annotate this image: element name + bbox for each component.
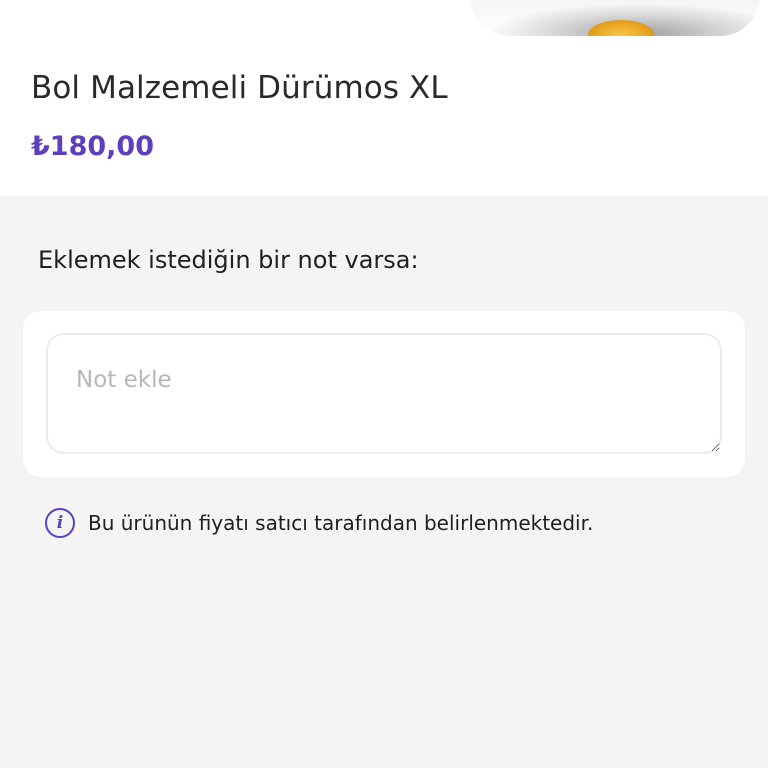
- note-card: [23, 311, 745, 477]
- product-image: [470, 0, 760, 36]
- info-row: i Bu ürünün fiyatı satıcı tarafından bel…: [45, 508, 593, 538]
- product-title: Bol Malzemeli Dürümos XL: [31, 70, 448, 106]
- product-card: Bol Malzemeli Dürümos XL ₺180,00: [0, 0, 768, 196]
- note-label: Eklemek istediğin bir not varsa:: [38, 246, 419, 274]
- info-text: Bu ürünün fiyatı satıcı tarafından belir…: [88, 511, 594, 535]
- product-price: ₺180,00: [31, 131, 154, 162]
- note-input[interactable]: [46, 333, 722, 454]
- info-icon: i: [45, 508, 75, 538]
